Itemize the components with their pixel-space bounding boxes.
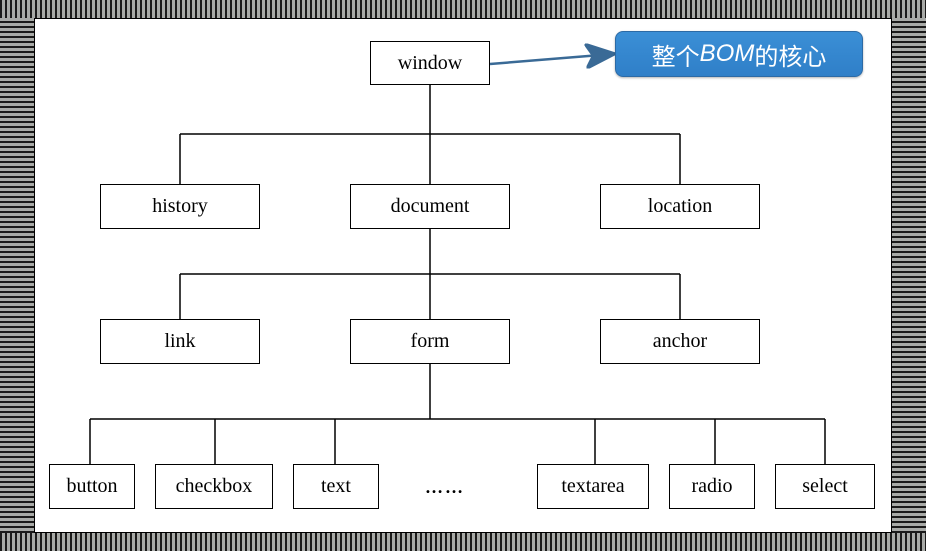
- node-link: link: [100, 319, 260, 364]
- diagram-canvas: window history document location link fo…: [34, 18, 892, 533]
- node-anchor: anchor: [600, 319, 760, 364]
- node-location: location: [600, 184, 760, 229]
- node-form: form: [350, 319, 510, 364]
- callout-text-em: BOM: [700, 40, 755, 68]
- node-select: select: [775, 464, 875, 509]
- node-textarea: textarea: [537, 464, 649, 509]
- node-document: document: [350, 184, 510, 229]
- node-radio: radio: [669, 464, 755, 509]
- node-text: text: [293, 464, 379, 509]
- callout-bom-core: 整个BOM的核心: [615, 31, 863, 77]
- node-button: button: [49, 464, 135, 509]
- node-window: window: [370, 41, 490, 85]
- node-history: history: [100, 184, 260, 229]
- callout-text-suffix: 的核心: [754, 37, 826, 72]
- ellipsis: ……: [425, 477, 465, 498]
- node-checkbox: checkbox: [155, 464, 273, 509]
- callout-text-prefix: 整个: [652, 37, 700, 72]
- connector-lines: [35, 19, 893, 534]
